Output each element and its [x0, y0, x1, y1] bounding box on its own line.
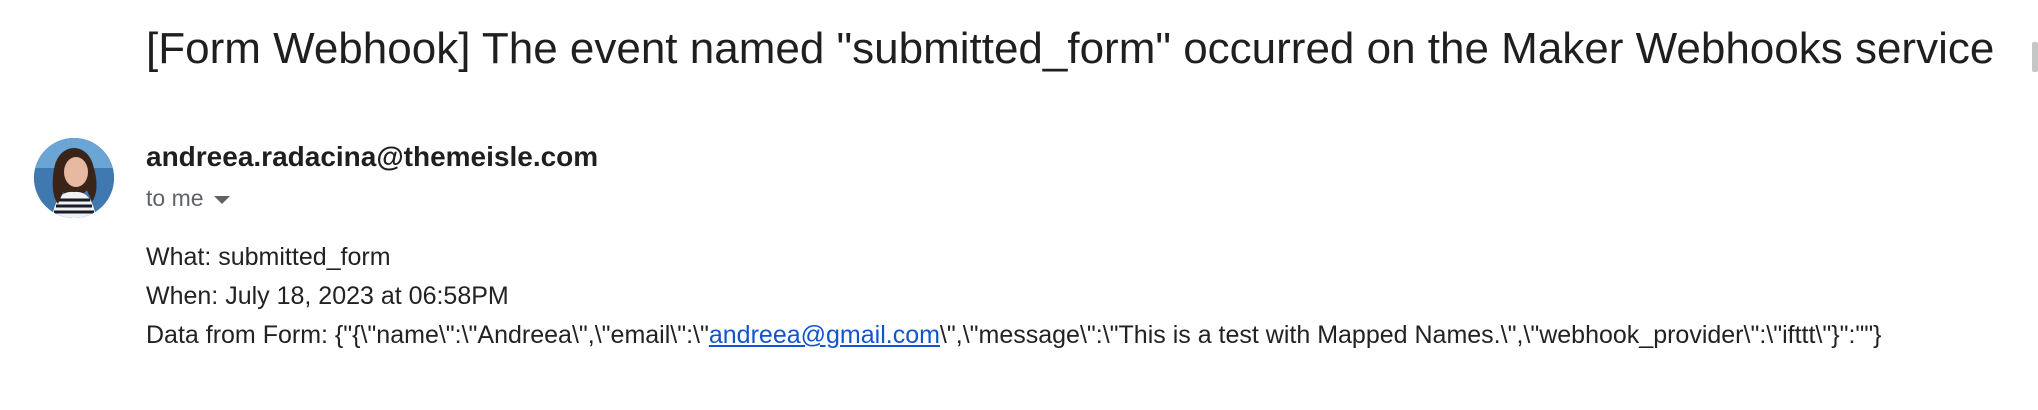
sender-email[interactable]: andreea.radacina@themeisle.com	[146, 141, 598, 173]
body-line-when: When: July 18, 2023 at 06:58PM	[146, 282, 509, 310]
subject-label-edge[interactable]	[2032, 42, 2038, 72]
recipient-label: to me	[146, 185, 204, 211]
email-subject: [Form Webhook] The event named "submitte…	[146, 24, 1995, 73]
data-prefix: Data from Form: {"{\"name\":\"Andreea\",…	[146, 321, 709, 349]
body-line-data: Data from Form: {"{\"name\":\"Andreea\",…	[146, 316, 1882, 355]
recipient-details-toggle[interactable]: to me	[146, 185, 230, 212]
email-view: [Form Webhook] The event named "submitte…	[0, 0, 2038, 410]
avatar-photo	[34, 138, 114, 218]
body-line-what: What: submitted_form	[146, 243, 391, 271]
email-link[interactable]: andreea@gmail.com	[709, 321, 940, 349]
email-body: What: submitted_form When: July 18, 2023…	[146, 238, 1882, 355]
caret-down-icon[interactable]	[213, 196, 230, 204]
data-suffix: \",\"message\":\"This is a test with Map…	[939, 321, 1882, 349]
sender-avatar[interactable]	[34, 138, 114, 218]
